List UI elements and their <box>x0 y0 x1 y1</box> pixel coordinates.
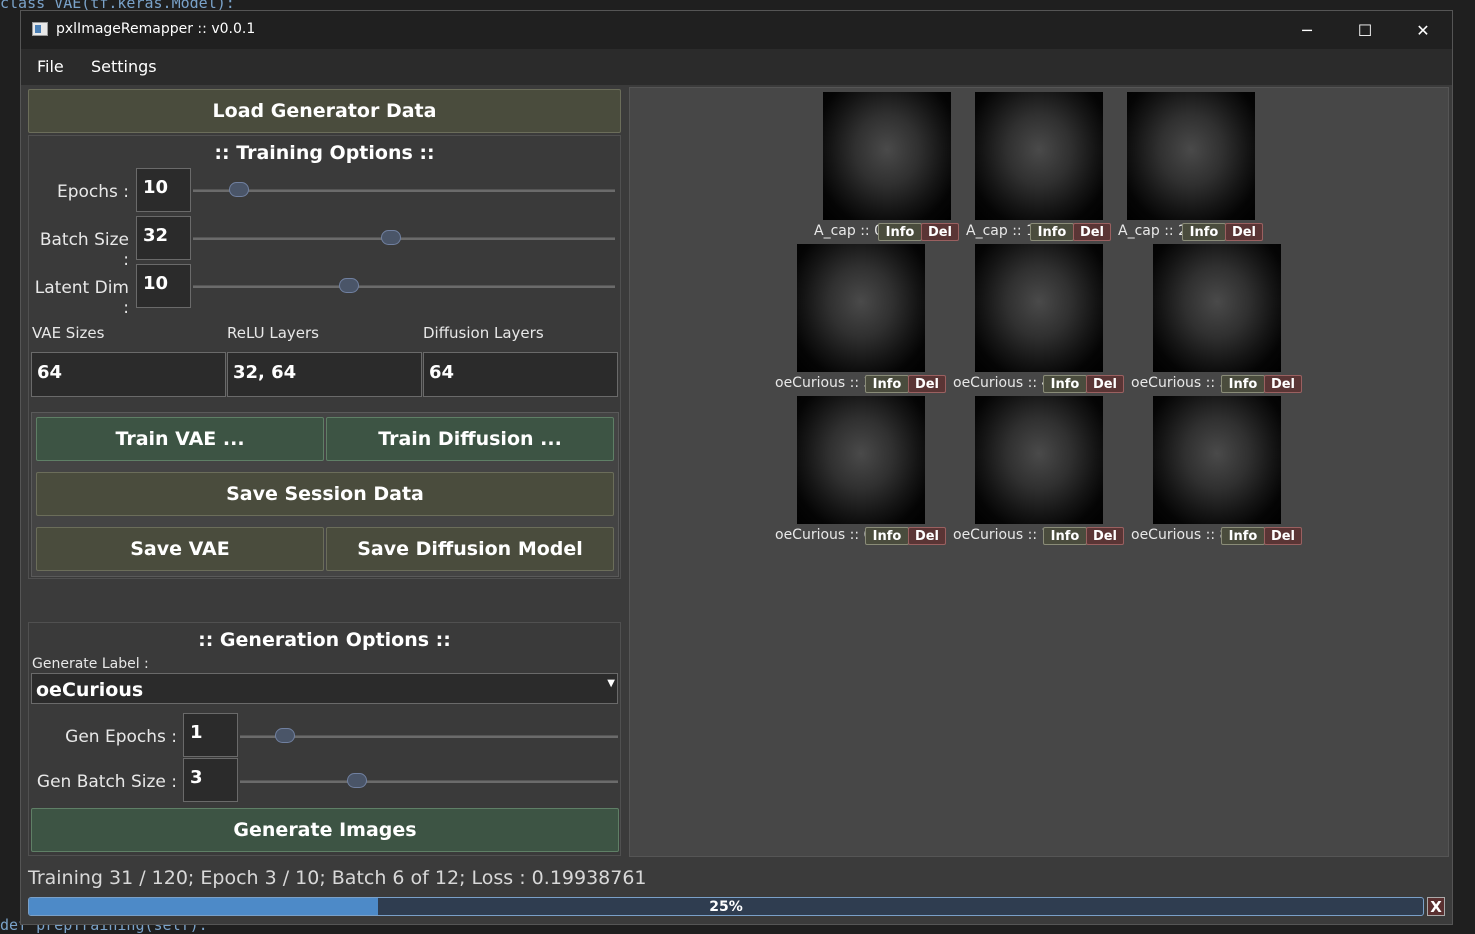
generate-label-caption: Generate Label : <box>32 656 149 672</box>
menu-bar: File Settings <box>21 49 1452 85</box>
training-actions-group: Train VAE ... Train Diffusion ... Save S… <box>31 412 619 577</box>
save-vae-button[interactable]: Save VAE <box>36 527 324 571</box>
delete-button[interactable]: Del <box>1073 223 1111 241</box>
cancel-icon: X <box>1430 897 1442 916</box>
latent-dim-input[interactable]: 10 <box>136 264 191 308</box>
generated-image[interactable] <box>1153 396 1281 524</box>
delete-button[interactable]: Del <box>908 375 946 393</box>
relu-layers-label: ReLU Layers <box>227 324 319 342</box>
menu-file[interactable]: File <box>37 57 64 76</box>
generated-image[interactable] <box>975 244 1103 372</box>
tile-label: A_cap :: 2 <box>1118 223 1187 239</box>
gen-batch-size-input[interactable]: 3 <box>183 758 238 802</box>
generated-image[interactable] <box>797 396 925 524</box>
info-button[interactable]: Info <box>878 223 922 241</box>
app-icon <box>32 22 48 36</box>
info-button[interactable]: Info <box>1043 527 1087 545</box>
delete-button[interactable]: Del <box>921 223 959 241</box>
generated-image[interactable] <box>797 244 925 372</box>
info-button[interactable]: Info <box>1221 375 1265 393</box>
close-icon: ✕ <box>1416 20 1430 40</box>
gen-epochs-label: Gen Epochs : <box>65 727 177 747</box>
tile-label: oeCurious :: 8 <box>1131 527 1229 543</box>
tile-label: oeCurious :: 5 <box>1131 375 1229 391</box>
vae-sizes-label: VAE Sizes <box>32 324 105 342</box>
tile-label: oeCurious :: 4 <box>953 375 1051 391</box>
delete-button[interactable]: Del <box>1086 527 1124 545</box>
batch-size-slider-track[interactable] <box>193 237 615 240</box>
progress-percent-text: 25% <box>709 899 743 915</box>
close-button[interactable]: ✕ <box>1394 11 1452 49</box>
generated-image[interactable] <box>975 92 1103 220</box>
training-progress-bar: 25% <box>28 897 1424 916</box>
save-session-data-button[interactable]: Save Session Data <box>36 472 614 516</box>
gen-epochs-input[interactable]: 1 <box>183 713 238 757</box>
info-button[interactable]: Info <box>865 527 909 545</box>
gen-batch-size-slider-handle[interactable] <box>347 773 368 788</box>
title-bar[interactable]: pxlImageRemapper :: v0.0.1 ─ ☐ ✕ <box>21 11 1452 49</box>
epochs-input[interactable]: 10 <box>136 168 191 212</box>
tile-label: A_cap :: 0 <box>814 223 883 239</box>
app-window: pxlImageRemapper :: v0.0.1 ─ ☐ ✕ File Se… <box>20 10 1453 925</box>
status-text: Training 31 / 120; Epoch 3 / 10; Batch 6… <box>28 867 647 889</box>
generate-label-select[interactable]: oeCurious ▼ <box>31 673 618 704</box>
delete-button[interactable]: Del <box>1225 223 1263 241</box>
minimize-button[interactable]: ─ <box>1278 11 1336 49</box>
epochs-label: Epochs : <box>56 182 129 202</box>
minimize-icon: ─ <box>1302 20 1312 40</box>
delete-button[interactable]: Del <box>1264 375 1302 393</box>
delete-button[interactable]: Del <box>1086 375 1124 393</box>
tile-label: A_cap :: 1 <box>966 223 1035 239</box>
info-button[interactable]: Info <box>865 375 909 393</box>
train-diffusion-button[interactable]: Train Diffusion ... <box>326 417 614 461</box>
generation-options-panel: :: Generation Options :: Generate Label … <box>28 622 621 856</box>
load-generator-data-button[interactable]: Load Generator Data <box>28 89 621 133</box>
relu-layers-field[interactable]: 32, 64 <box>227 352 422 397</box>
generated-image[interactable] <box>823 92 951 220</box>
info-button[interactable]: Info <box>1182 223 1226 241</box>
tile-label: oeCurious :: 3 <box>775 375 873 391</box>
gen-batch-size-slider-track[interactable] <box>240 780 618 783</box>
generated-image[interactable] <box>1127 92 1255 220</box>
epochs-slider-track[interactable] <box>193 189 615 192</box>
train-vae-button[interactable]: Train VAE ... <box>36 417 324 461</box>
tile-label: oeCurious :: 7 <box>953 527 1051 543</box>
latent-dim-slider-track[interactable] <box>193 285 615 288</box>
maximize-icon: ☐ <box>1357 20 1373 40</box>
latent-dim-label: Latent Dim : <box>34 278 129 318</box>
latent-dim-slider-handle[interactable] <box>339 278 360 293</box>
generation-options-title: :: Generation Options :: <box>198 629 451 651</box>
gen-batch-size-label: Gen Batch Size : <box>36 772 177 792</box>
info-button[interactable]: Info <box>1030 223 1074 241</box>
batch-size-slider-handle[interactable] <box>381 230 402 245</box>
gen-epochs-slider-handle[interactable] <box>275 728 296 743</box>
delete-button[interactable]: Del <box>908 527 946 545</box>
menu-settings[interactable]: Settings <box>91 57 157 76</box>
batch-size-label: Batch Size : <box>39 230 129 270</box>
tile-label: oeCurious :: 6 <box>775 527 873 543</box>
training-options-title: :: Training Options :: <box>214 142 435 164</box>
info-button[interactable]: Info <box>1221 527 1265 545</box>
vae-sizes-field[interactable]: 64 <box>31 352 226 397</box>
maximize-button[interactable]: ☐ <box>1336 11 1394 49</box>
image-gallery: A_cap :: 0 Info Del A_cap :: 1 Info Del … <box>629 87 1449 857</box>
generated-image[interactable] <box>975 396 1103 524</box>
diffusion-layers-label: Diffusion Layers <box>423 324 544 342</box>
cancel-training-button[interactable]: X <box>1427 897 1445 916</box>
training-options-panel: :: Training Options :: Epochs : 10 Batch… <box>28 135 621 579</box>
generate-images-button[interactable]: Generate Images <box>31 808 619 852</box>
epochs-slider-handle[interactable] <box>229 182 250 197</box>
window-title: pxlImageRemapper :: v0.0.1 <box>56 21 256 37</box>
info-button[interactable]: Info <box>1043 375 1087 393</box>
generate-label-value: oeCurious <box>36 679 144 701</box>
diffusion-layers-field[interactable]: 64 <box>423 352 618 397</box>
delete-button[interactable]: Del <box>1264 527 1302 545</box>
gen-epochs-slider-track[interactable] <box>240 735 618 738</box>
chevron-down-icon: ▼ <box>607 678 615 689</box>
batch-size-input[interactable]: 32 <box>136 216 191 260</box>
save-diffusion-model-button[interactable]: Save Diffusion Model <box>326 527 614 571</box>
generated-image[interactable] <box>1153 244 1281 372</box>
